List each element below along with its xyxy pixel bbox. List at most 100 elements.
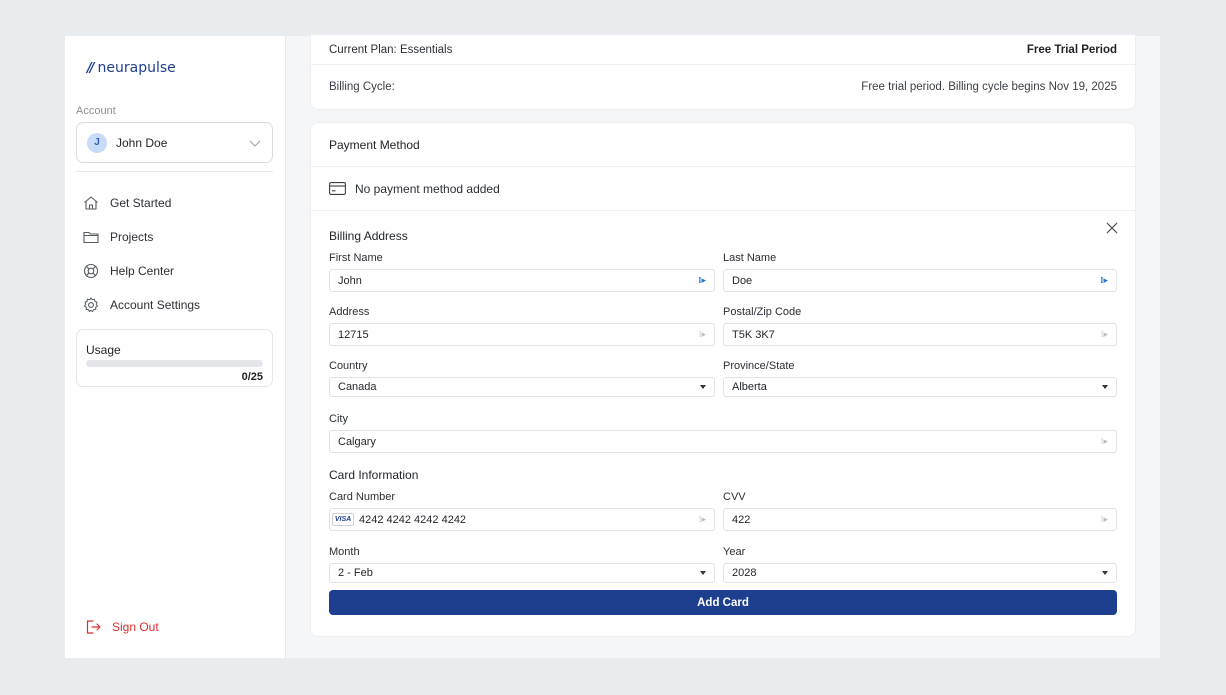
first-name-value: John (338, 274, 362, 287)
folder-icon (83, 231, 99, 244)
visa-card-icon: VISA (332, 513, 354, 526)
postal-code-value: T5K 3K7 (732, 328, 775, 341)
dropdown-caret-icon (700, 385, 706, 389)
postal-code-label: Postal/Zip Code (723, 306, 802, 318)
payment-method-card: Payment Method No payment method added B… (310, 122, 1136, 637)
credit-card-icon (329, 182, 346, 195)
year-field: Year 2028 (723, 546, 1117, 583)
password-manager-icon[interactable]: ⁞▸ (699, 330, 706, 340)
year-label: Year (723, 546, 746, 558)
usage-progress-bar (86, 360, 263, 367)
plan-card: Current Plan: Essentials Free Trial Peri… (310, 34, 1136, 110)
main-content: Current Plan: Essentials Free Trial Peri… (286, 34, 1160, 658)
plan-row: Current Plan: Essentials Free Trial Peri… (311, 35, 1135, 65)
last-name-value: Doe (732, 274, 753, 287)
app-window: // neurapulse Account J John Doe Get Sta… (65, 34, 1160, 658)
first-name-input[interactable]: John ⁞▸ (329, 269, 715, 292)
close-icon[interactable] (1105, 221, 1119, 235)
card-number-label: Card Number (329, 491, 396, 503)
country-label: Country (329, 360, 368, 372)
last-name-input[interactable]: Doe ⁞▸ (723, 269, 1117, 292)
province-label: Province/State (723, 360, 795, 372)
billing-cycle-row: Billing Cycle: Free trial period. Billin… (311, 65, 1135, 109)
payment-method-title: Payment Method (311, 123, 1135, 167)
cvv-field: CVV 422 ⁞▸ (723, 491, 1117, 531)
year-value: 2028 (732, 567, 757, 579)
year-select[interactable]: 2028 (723, 563, 1117, 583)
city-value: Calgary (338, 435, 376, 448)
sidebar-item-help-center[interactable]: Help Center (82, 254, 272, 288)
province-field: Province/State Alberta (723, 360, 1117, 397)
cvv-value: 422 (732, 513, 751, 526)
month-field: Month 2 - Feb (329, 546, 715, 583)
plan-status: Free Trial Period (1026, 43, 1117, 56)
account-label: Account (76, 105, 116, 117)
sidebar: // neurapulse Account J John Doe Get Sta… (65, 36, 286, 658)
password-manager-icon[interactable]: ⁞▸ (1101, 330, 1108, 340)
billing-cycle-value: Free trial period. Billing cycle begins … (861, 81, 1117, 93)
month-value: 2 - Feb (338, 567, 373, 579)
sign-out-button[interactable]: Sign Out (84, 618, 159, 636)
province-select[interactable]: Alberta (723, 377, 1117, 397)
sidebar-item-account-settings[interactable]: Account Settings (82, 288, 272, 322)
postal-code-field: Postal/Zip Code T5K 3K7 ⁞▸ (723, 306, 1117, 346)
address-label: Address (329, 306, 370, 318)
add-card-button[interactable]: Add Card (329, 590, 1117, 615)
current-plan: Current Plan: Essentials (329, 43, 453, 56)
sidebar-nav: Get Started Projects Help Center Account… (82, 186, 272, 322)
address-value: 12715 (338, 328, 369, 341)
last-name-field: Last Name Doe ⁞▸ (723, 252, 1117, 292)
brand-logo[interactable]: // neurapulse (87, 60, 176, 76)
home-icon (84, 196, 98, 210)
card-number-value: 4242 4242 4242 4242 (359, 513, 467, 526)
sidebar-item-label: Help Center (110, 264, 175, 278)
city-input[interactable]: Calgary ⁞▸ (329, 430, 1117, 453)
usage-count: 0/25 (241, 371, 263, 383)
avatar: J (87, 132, 107, 153)
password-manager-icon[interactable]: ⁞▸ (698, 276, 706, 286)
card-number-input[interactable]: VISA 4242 4242 4242 4242 ⁞▸ (329, 508, 715, 531)
city-label: City (329, 413, 348, 425)
billing-cycle-label: Billing Cycle: (329, 81, 395, 93)
chevron-down-icon (249, 140, 261, 147)
password-manager-icon[interactable]: ⁞▸ (1101, 515, 1108, 525)
password-manager-icon[interactable]: ⁞▸ (699, 515, 706, 525)
lifebuoy-icon (83, 263, 99, 279)
no-payment-row: No payment method added (311, 167, 1135, 211)
postal-code-input[interactable]: T5K 3K7 ⁞▸ (723, 323, 1117, 346)
first-name-label: First Name (329, 252, 383, 264)
account-selector[interactable]: J John Doe (76, 122, 273, 163)
province-value: Alberta (732, 381, 767, 393)
first-name-field: First Name John ⁞▸ (329, 252, 715, 292)
card-information-title: Card Information (329, 468, 419, 482)
password-manager-icon[interactable]: ⁞▸ (1100, 276, 1108, 286)
dropdown-caret-icon (1102, 571, 1108, 575)
sidebar-item-projects[interactable]: Projects (82, 220, 272, 254)
account-name: John Doe (116, 135, 168, 150)
country-select[interactable]: Canada (329, 377, 715, 397)
sidebar-item-label: Projects (110, 230, 154, 244)
sidebar-item-get-started[interactable]: Get Started (82, 186, 272, 220)
sign-out-label: Sign Out (112, 620, 159, 634)
usage-title: Usage (86, 343, 121, 357)
city-field: City Calgary ⁞▸ (329, 413, 1117, 453)
address-field: Address 12715 ⁞▸ (329, 306, 715, 346)
country-field: Country Canada (329, 360, 715, 397)
month-select[interactable]: 2 - Feb (329, 563, 715, 583)
sidebar-item-label: Get Started (110, 196, 172, 210)
no-payment-text: No payment method added (355, 181, 500, 196)
cvv-label: CVV (723, 491, 746, 503)
card-number-field: Card Number VISA 4242 4242 4242 4242 ⁞▸ (329, 491, 715, 531)
password-manager-icon[interactable]: ⁞▸ (1101, 437, 1108, 447)
country-value: Canada (338, 381, 377, 393)
brand-name: neurapulse (97, 60, 176, 76)
dropdown-caret-icon (700, 571, 706, 575)
usage-card: Usage 0/25 (76, 329, 273, 387)
sign-out-icon (86, 620, 101, 634)
cvv-input[interactable]: 422 ⁞▸ (723, 508, 1117, 531)
address-input[interactable]: 12715 ⁞▸ (329, 323, 715, 346)
last-name-label: Last Name (723, 252, 777, 264)
sidebar-divider (76, 171, 273, 172)
gear-icon (83, 297, 99, 313)
sidebar-item-label: Account Settings (110, 298, 201, 312)
